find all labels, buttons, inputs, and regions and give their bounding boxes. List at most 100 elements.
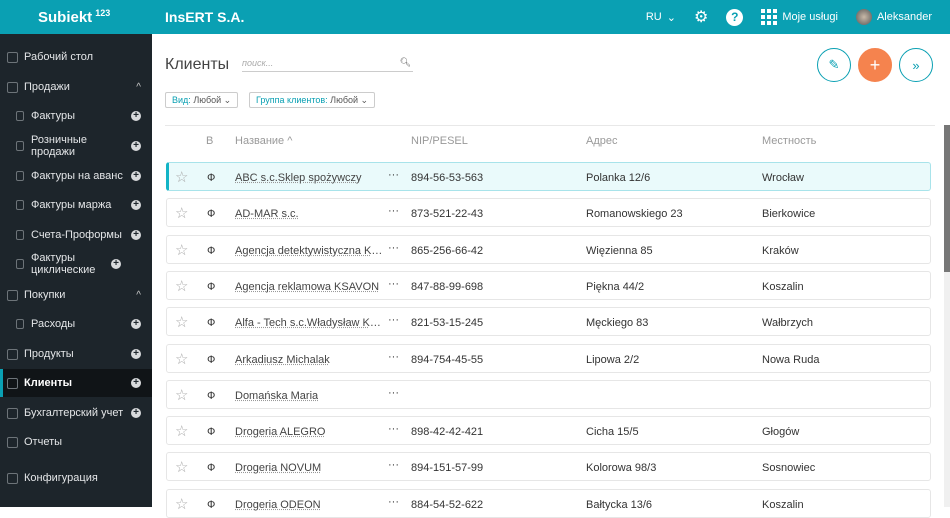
star-icon[interactable]: ☆ bbox=[175, 204, 188, 222]
add-icon[interactable]: + bbox=[131, 200, 141, 210]
edit-button[interactable]: ✎ bbox=[817, 48, 851, 82]
add-icon[interactable]: + bbox=[111, 259, 121, 269]
services-button[interactable]: Moje usługi bbox=[761, 9, 838, 25]
more-icon[interactable]: ··· bbox=[388, 423, 399, 435]
sidebar-item-label: Бухгалтерский учет bbox=[24, 407, 124, 419]
sidebar-item[interactable]: Фактуры на аванс + bbox=[0, 162, 152, 190]
add-icon[interactable]: + bbox=[131, 230, 141, 240]
language-select[interactable]: RU ⌄ bbox=[646, 11, 676, 24]
filter-view[interactable]: Вид: Любой ⌄ bbox=[165, 92, 239, 108]
more-icon[interactable]: ··· bbox=[388, 314, 399, 326]
add-icon[interactable]: + bbox=[131, 319, 141, 329]
expand-button[interactable]: » bbox=[899, 48, 933, 82]
sidebar-item[interactable]: Розничные продажи + bbox=[0, 132, 152, 160]
row-name-link[interactable]: AD-MAR s.c. bbox=[235, 208, 299, 220]
star-icon[interactable]: ☆ bbox=[175, 168, 188, 186]
document-icon bbox=[16, 141, 24, 151]
sidebar-item-label: Розничные продажи bbox=[31, 134, 87, 158]
add-icon[interactable]: + bbox=[131, 171, 141, 181]
sidebar-item[interactable]: Продажи ^ bbox=[0, 73, 152, 101]
row-name-link[interactable]: Agencja reklamowa KSAVON bbox=[235, 281, 379, 293]
search-input[interactable]: поиск... 🔍︎ bbox=[242, 57, 413, 72]
sidebar-item[interactable]: Бухгалтерский учет + bbox=[0, 399, 152, 427]
table-row[interactable]: ☆ Ф AD-MAR s.c. ··· 873-521-22-43 Romano… bbox=[166, 198, 931, 228]
row-name-link[interactable]: Drogeria ODEON bbox=[235, 499, 321, 511]
sidebar-item[interactable]: Фактуры + bbox=[0, 102, 152, 130]
row-name-link[interactable]: Arkadiusz Michalak bbox=[235, 354, 330, 366]
column-address[interactable]: Адрес bbox=[586, 135, 618, 147]
add-icon[interactable]: + bbox=[131, 408, 141, 418]
sidebar-item-label: Клиенты bbox=[24, 377, 73, 389]
add-icon[interactable]: + bbox=[131, 111, 141, 121]
search-icon[interactable]: 🔍︎ bbox=[400, 57, 411, 68]
table-row[interactable]: ☆ Ф Drogeria ODEON ··· 884-54-52-622 Bał… bbox=[166, 488, 931, 518]
more-icon[interactable]: ··· bbox=[388, 242, 399, 254]
sidebar-item[interactable]: Конфигурация bbox=[0, 464, 152, 492]
star-icon[interactable]: ☆ bbox=[175, 422, 188, 440]
table-row[interactable]: ☆ Ф Arkadiusz Michalak ··· 894-754-45-55… bbox=[166, 343, 931, 373]
help-icon[interactable]: ? bbox=[726, 8, 744, 26]
sidebar-item[interactable]: Продукты + bbox=[0, 340, 152, 368]
table-row[interactable]: ☆ Ф ABC s.c.Sklep spożywczy ··· 894-56-5… bbox=[166, 162, 931, 191]
column-type[interactable]: В bbox=[206, 135, 213, 147]
row-name-link[interactable]: Agencja detektywistyczna KO... bbox=[235, 245, 385, 257]
sidebar-item[interactable]: Покупки ^ bbox=[0, 281, 152, 309]
more-icon[interactable]: ··· bbox=[388, 459, 399, 471]
add-icon[interactable]: + bbox=[131, 349, 141, 359]
row-name-link[interactable]: ABC s.c.Sklep spożywczy bbox=[235, 172, 362, 184]
sidebar-item[interactable]: Счета-Проформы + bbox=[0, 221, 152, 249]
more-icon[interactable]: ··· bbox=[388, 205, 399, 217]
add-icon[interactable]: + bbox=[131, 141, 141, 151]
row-name-link[interactable]: Alfa - Tech s.c.Władysław Koz... bbox=[235, 317, 385, 329]
chevron-up-icon[interactable]: ^ bbox=[136, 290, 141, 301]
chevron-down-icon: ⌄ bbox=[223, 95, 232, 105]
table-row[interactable]: ☆ Ф Agencja detektywistyczna KO... ··· 8… bbox=[166, 234, 931, 264]
filter-client-group[interactable]: Группа клиентов: Любой ⌄ bbox=[249, 92, 376, 108]
add-button[interactable]: + bbox=[858, 48, 892, 82]
star-icon[interactable]: ☆ bbox=[175, 386, 188, 404]
row-city: Nowa Ruda bbox=[762, 353, 820, 366]
column-city[interactable]: Местность bbox=[762, 135, 816, 147]
row-nip: 894-56-53-563 bbox=[411, 172, 484, 184]
star-icon[interactable]: ☆ bbox=[175, 241, 188, 259]
more-icon[interactable]: ··· bbox=[388, 351, 399, 363]
more-icon[interactable]: ··· bbox=[388, 278, 399, 290]
star-icon[interactable]: ☆ bbox=[175, 458, 188, 476]
star-icon[interactable]: ☆ bbox=[175, 350, 188, 368]
table-row[interactable]: ☆ Ф Agencja reklamowa KSAVON ··· 847-88-… bbox=[166, 270, 931, 300]
column-nip[interactable]: NIP/PESEL bbox=[411, 135, 468, 147]
row-name-link[interactable]: Drogeria ALEGRO bbox=[235, 426, 325, 438]
table-row[interactable]: ☆ Ф Drogeria ALEGRO ··· 898-42-42-421 Ci… bbox=[166, 416, 931, 446]
chevron-up-icon[interactable]: ^ bbox=[136, 82, 141, 93]
more-icon[interactable]: ··· bbox=[388, 387, 399, 399]
more-icon[interactable]: ··· bbox=[388, 496, 399, 508]
sidebar-item[interactable]: Клиенты + bbox=[0, 369, 152, 397]
column-name[interactable]: Название ^ bbox=[235, 135, 292, 147]
row-name-link[interactable]: Drogeria NOVUM bbox=[235, 462, 321, 474]
star-icon[interactable]: ☆ bbox=[175, 313, 188, 331]
logo[interactable]: Subiekt 123 bbox=[38, 8, 110, 26]
star-icon[interactable]: ☆ bbox=[175, 277, 188, 295]
filter-value: Любой bbox=[330, 95, 358, 105]
star-icon[interactable]: ☆ bbox=[175, 495, 188, 513]
row-name-link[interactable]: Domańska Maria bbox=[235, 390, 318, 402]
company-name[interactable]: InsERT S.A. bbox=[165, 9, 244, 25]
user-menu[interactable]: Aleksander bbox=[855, 9, 932, 25]
reports-icon bbox=[7, 436, 18, 448]
gear-icon[interactable]: ⚙ bbox=[694, 7, 708, 27]
sidebar-item[interactable]: Отчеты bbox=[0, 428, 152, 456]
scrollbar[interactable] bbox=[944, 125, 950, 507]
sidebar-item[interactable]: Фактуры циклические + bbox=[0, 250, 152, 278]
table-row[interactable]: ☆ Ф Alfa - Tech s.c.Władysław Koz... ···… bbox=[166, 307, 931, 337]
scrollbar-thumb[interactable] bbox=[944, 125, 950, 272]
more-icon[interactable]: ··· bbox=[388, 169, 399, 181]
row-nip: 847-88-99-698 bbox=[411, 280, 484, 293]
users-icon bbox=[7, 377, 18, 389]
sidebar-item[interactable]: Рабочий стол bbox=[0, 43, 152, 71]
sidebar-item[interactable]: Фактуры маржа + bbox=[0, 191, 152, 219]
table-row[interactable]: ☆ Ф Domańska Maria ··· bbox=[166, 379, 931, 409]
row-address: Piękna 44/2 bbox=[586, 280, 645, 293]
table-row[interactable]: ☆ Ф Drogeria NOVUM ··· 894-151-57-99 Kol… bbox=[166, 452, 931, 482]
add-icon[interactable]: + bbox=[131, 378, 141, 388]
sidebar-item[interactable]: Расходы + bbox=[0, 310, 152, 338]
